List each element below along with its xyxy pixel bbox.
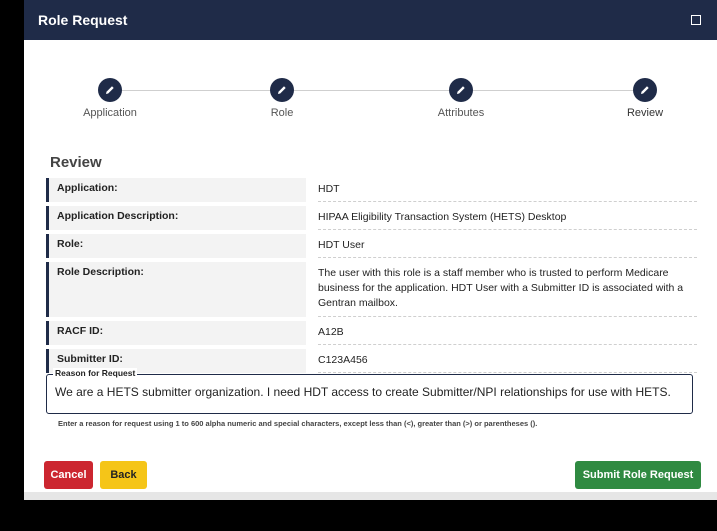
review-row-submitter-id: Submitter ID: C123A456 [46, 349, 697, 377]
review-row-role: Role: HDT User [46, 234, 697, 262]
reason-legend: Reason for Request [53, 368, 138, 378]
review-row-racf-id: RACF ID: A12B [46, 321, 697, 349]
review-row-application: Application: HDT [46, 178, 697, 206]
cancel-button[interactable]: Cancel [44, 461, 93, 489]
row-value: HDT [318, 178, 697, 202]
modal-title: Role Request [38, 12, 128, 28]
modal-header: Role Request [24, 0, 717, 40]
row-value: HIPAA Eligibility Transaction System (HE… [318, 206, 697, 230]
row-label: Role Description: [46, 262, 306, 317]
step-label: Application [83, 107, 137, 119]
pencil-icon [270, 78, 294, 102]
step-label: Role [270, 107, 294, 119]
step-label: Review [626, 107, 664, 119]
reason-helper-text: Enter a reason for request using 1 to 60… [58, 419, 538, 428]
row-value: HDT User [318, 234, 697, 258]
review-row-application-description: Application Description: HIPAA Eligibili… [46, 206, 697, 234]
row-label: Application: [46, 178, 306, 202]
modal-footer-shadow [24, 492, 717, 500]
row-label: RACF ID: [46, 321, 306, 345]
step-role[interactable]: Role [222, 78, 342, 119]
reason-text[interactable]: We are a HETS submitter organization. I … [55, 385, 671, 399]
pencil-icon [633, 78, 657, 102]
row-value: The user with this role is a staff membe… [318, 262, 697, 317]
stepper-line [104, 90, 637, 91]
review-table: Application: HDT Application Description… [46, 178, 697, 377]
step-review[interactable]: Review [585, 78, 705, 119]
pencil-icon [98, 78, 122, 102]
submit-role-request-button[interactable]: Submit Role Request [575, 461, 701, 489]
step-label: Attributes [437, 107, 485, 119]
back-button[interactable]: Back [100, 461, 147, 489]
row-value: C123A456 [318, 349, 697, 373]
stepper: Application Role Attributes Review [24, 78, 717, 158]
reason-for-request-field[interactable]: Reason for Request We are a HETS submitt… [46, 368, 693, 414]
row-label: Role: [46, 234, 306, 258]
pencil-icon [449, 78, 473, 102]
row-value: A12B [318, 321, 697, 345]
expand-icon[interactable] [689, 13, 703, 27]
review-row-role-description: Role Description: The user with this rol… [46, 262, 697, 321]
step-application[interactable]: Application [50, 78, 170, 119]
review-title: Review [50, 154, 102, 171]
role-request-modal: Role Request Application Role Attributes [24, 0, 717, 492]
step-attributes[interactable]: Attributes [401, 78, 521, 119]
row-label: Application Description: [46, 206, 306, 230]
